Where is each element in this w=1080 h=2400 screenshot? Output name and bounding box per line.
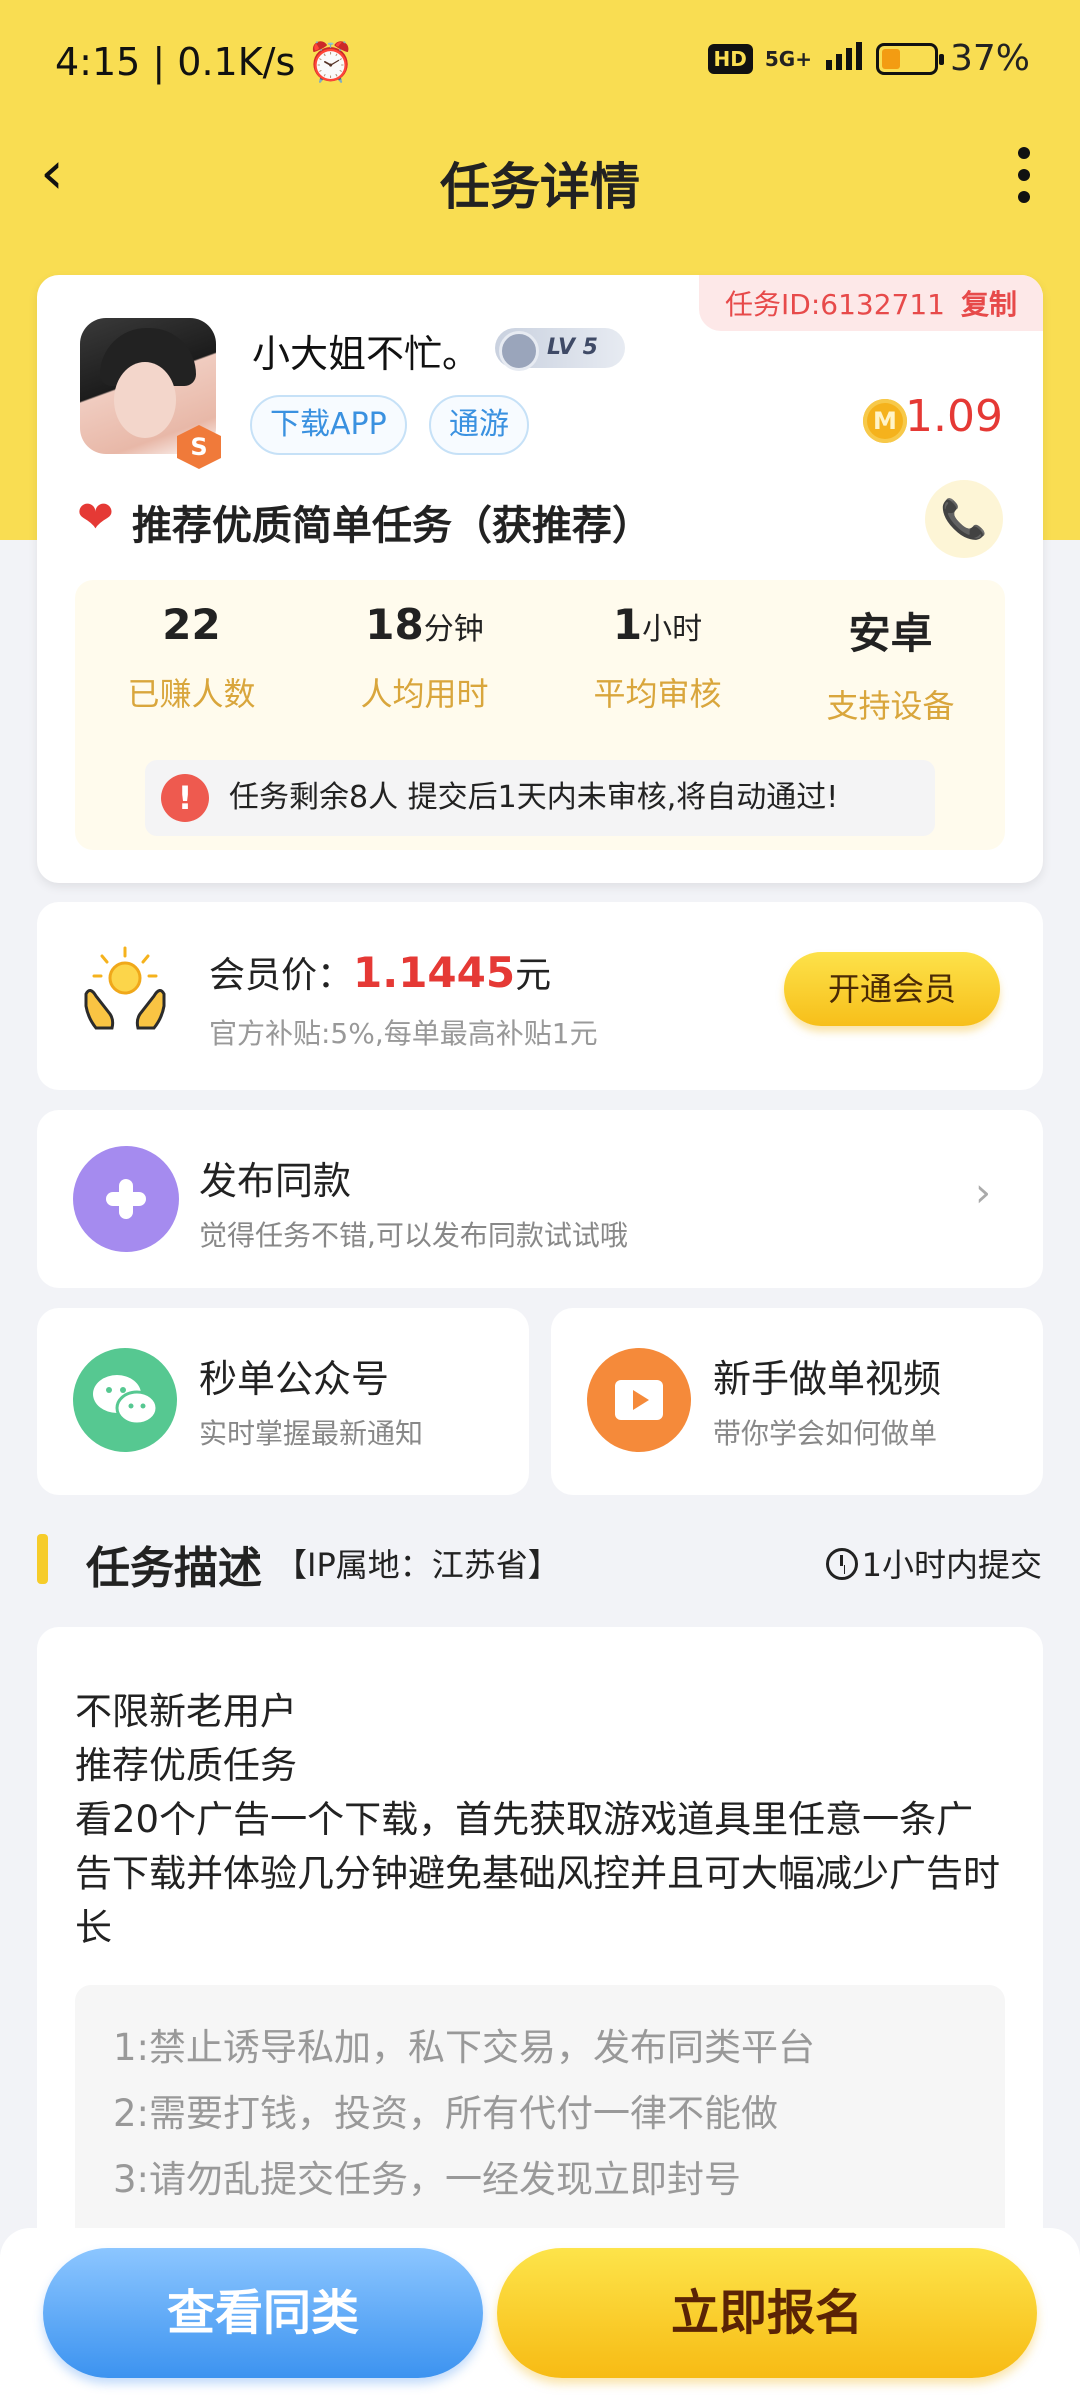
stat-avg-review: 1小时 平均审核 [593,600,722,713]
page-title: 任务详情 [440,158,640,216]
status-right: HD 5G+ 37% [707,38,1030,79]
rule-item: 1:禁止诱导私加，私下交易，发布同类平台 [113,2026,816,2069]
view-similar-button[interactable]: 查看同类 [43,2248,483,2378]
vip-card: 会员价：1.1445元 官方补贴:5%,每单最高补贴1元 开通会员 [37,902,1043,1090]
description-line: 看20个广告一个下载，首先获取游戏道具里任意一条广告下载并体验几分钟避免基础风控… [75,1798,1000,1949]
rule-item: 3:请勿乱提交任务，一经发现立即封号 [113,2158,742,2201]
title-bar: ‹ 任务详情 [0,125,1080,225]
stat-earned-count: 22 已赚人数 [127,600,256,713]
wechat-card-title: 秒单公众号 [199,1357,390,1401]
task-card: 任务ID:6132711 复制 S 小大姐不忙。 LV 5 下载APP 通游 M … [37,275,1043,883]
more-options-icon[interactable] [1018,147,1032,203]
notice-text: 任务剩余8人 提交后1天内未审核,将自动通过! [229,780,839,815]
wechat-icon [73,1348,177,1452]
heart-icon: ❤ [77,492,114,543]
signal-icon: 5G+ [764,46,812,71]
tag-game: 通游 [429,395,529,455]
phone-icon[interactable]: 📞 [925,480,1003,558]
video-card-title: 新手做单视频 [713,1357,942,1401]
open-vip-button[interactable]: 开通会员 [784,952,1000,1026]
stat-device: 安卓 支持设备 [826,609,955,725]
video-play-icon [587,1348,691,1452]
description-heading: 任务描述 [86,1543,262,1594]
vip-price: 会员价：1.1445元 [209,948,552,997]
publish-title: 发布同款 [199,1159,352,1203]
description-line: 不限新老用户 [75,1690,297,1733]
task-id-text: 任务ID:6132711 [725,288,945,321]
sign-up-button[interactable]: 立即报名 [497,2248,1037,2378]
battery-icon [875,42,944,75]
wechat-official-account-card[interactable]: 秒单公众号 实时掌握最新通知 [37,1308,529,1495]
newbie-video-card[interactable]: 新手做单视频 带你学会如何做单 [551,1308,1043,1495]
task-id: 任务ID:6132711 复制 [699,275,1043,331]
submit-deadline: 1小时内提交 [825,1540,1042,1586]
description-line: 推荐优质任务 [75,1744,297,1787]
rule-item: 2:需要打钱，投资，所有代付一律不能做 [113,2092,779,2135]
video-card-subtitle: 带你学会如何做单 [713,1417,938,1450]
task-notice: ! 任务剩余8人 提交后1天内未审核,将自动通过! [145,760,935,836]
hd-icon: HD [707,43,753,74]
level-badge: LV 5 [495,328,625,371]
battery-percent: 37% [949,38,1030,79]
tag-download-app: 下载APP [250,395,407,455]
publish-subtitle: 觉得任务不错,可以发布同款试试哦 [199,1219,628,1252]
chevron-right-icon: › [975,1170,991,1216]
description-text: 不限新老用户 推荐优质任务 看20个广告一个下载，首先获取游戏道具里任意一条广告… [75,1685,1010,1955]
plus-icon [73,1146,179,1252]
reward-amount: 1.09 [905,391,1003,442]
vip-subsidy-text: 官方补贴:5%,每单最高补贴1元 [209,1017,598,1050]
stat-avg-time: 18分钟 人均用时 [360,600,489,713]
task-title: 推荐优质简单任务（获推荐） [132,503,652,549]
copy-id-button[interactable]: 复制 [961,288,1017,321]
status-bar: 4:15 | 0.1K/s ⏰ HD 5G+ 37% [0,0,1080,125]
user-name: 小大姐不忙。 [252,332,481,376]
status-time: 4:15 | 0.1K/s ⏰ [55,40,355,84]
publish-same-card[interactable]: 发布同款 觉得任务不错,可以发布同款试试哦 › [37,1110,1043,1288]
ip-location: 【IP属地：江苏省】 [275,1546,560,1584]
warning-icon: ! [161,774,209,822]
section-accent-bar [37,1534,48,1584]
coin-icon: M [863,399,907,443]
clock-icon [825,1548,858,1580]
bottom-action-bar: 查看同类 立即报名 [0,2228,1080,2400]
coin-hands-icon [84,946,166,1030]
wechat-card-subtitle: 实时掌握最新通知 [199,1417,424,1450]
signal-bars-icon [824,38,864,79]
task-stats: 22 已赚人数 18分钟 人均用时 1小时 平均审核 安卓 支持设备 ! 任务剩… [75,580,1005,850]
